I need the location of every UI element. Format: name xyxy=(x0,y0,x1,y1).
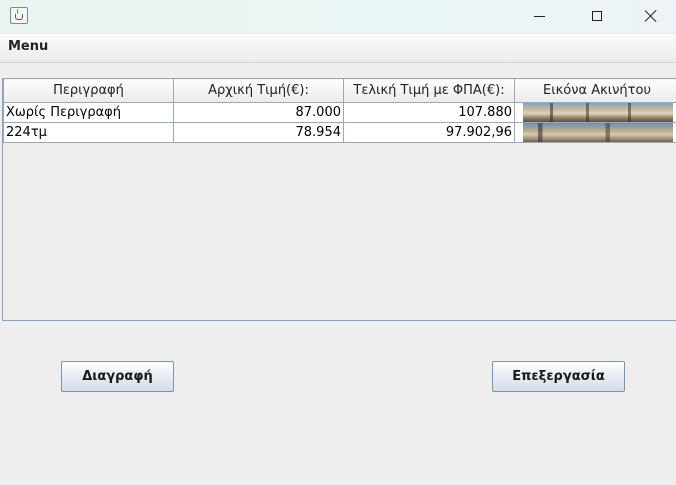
table-row[interactable]: 224τμ 78.954 97.902,96 xyxy=(3,122,676,143)
maximize-icon xyxy=(592,11,602,21)
column-header-initial-price[interactable]: Αρχική Τιμή(€): xyxy=(173,78,344,103)
title-bar xyxy=(0,0,676,32)
cell-initial-price[interactable]: 87.000 xyxy=(173,102,344,123)
cell-description[interactable]: Χωρίς Περιγραφή xyxy=(3,102,174,123)
table-row[interactable]: Χωρίς Περιγραφή 87.000 107.880 xyxy=(3,102,676,123)
column-header-final-price[interactable]: Τελική Τιμή με ΦΠΑ(€): xyxy=(343,78,515,103)
cell-description[interactable]: 224τμ xyxy=(3,122,174,143)
properties-table[interactable]: Περιγραφή Αρχική Τιμή(€): Τελική Τιμή με… xyxy=(3,78,676,143)
menu-bar: Menu xyxy=(0,34,676,63)
close-button[interactable] xyxy=(626,0,676,32)
minimize-icon xyxy=(533,15,545,17)
cell-final-price[interactable]: 97.902,96 xyxy=(343,122,515,143)
column-header-description[interactable]: Περιγραφή xyxy=(3,78,174,103)
house-photo xyxy=(523,123,673,142)
minimize-button[interactable] xyxy=(510,0,568,32)
cell-initial-price[interactable]: 78.954 xyxy=(173,122,344,143)
java-cup-icon[interactable] xyxy=(10,7,28,24)
cell-image[interactable] xyxy=(514,122,676,143)
table-header-row: Περιγραφή Αρχική Τιμή(€): Τελική Τιμή με… xyxy=(3,78,676,103)
column-header-image[interactable]: Εικόνα Ακινήτου xyxy=(514,78,676,103)
edit-button[interactable]: Επεξεργασία xyxy=(492,361,625,392)
maximize-button[interactable] xyxy=(568,0,626,32)
menu-item-menu[interactable]: Menu xyxy=(8,39,48,54)
close-icon xyxy=(644,9,658,23)
house-photo xyxy=(523,103,673,122)
delete-button[interactable]: Διαγραφή xyxy=(61,361,174,392)
cell-final-price[interactable]: 107.880 xyxy=(343,102,515,123)
properties-table-pane[interactable]: Περιγραφή Αρχική Τιμή(€): Τελική Τιμή με… xyxy=(2,78,676,321)
cell-image[interactable] xyxy=(514,102,676,123)
